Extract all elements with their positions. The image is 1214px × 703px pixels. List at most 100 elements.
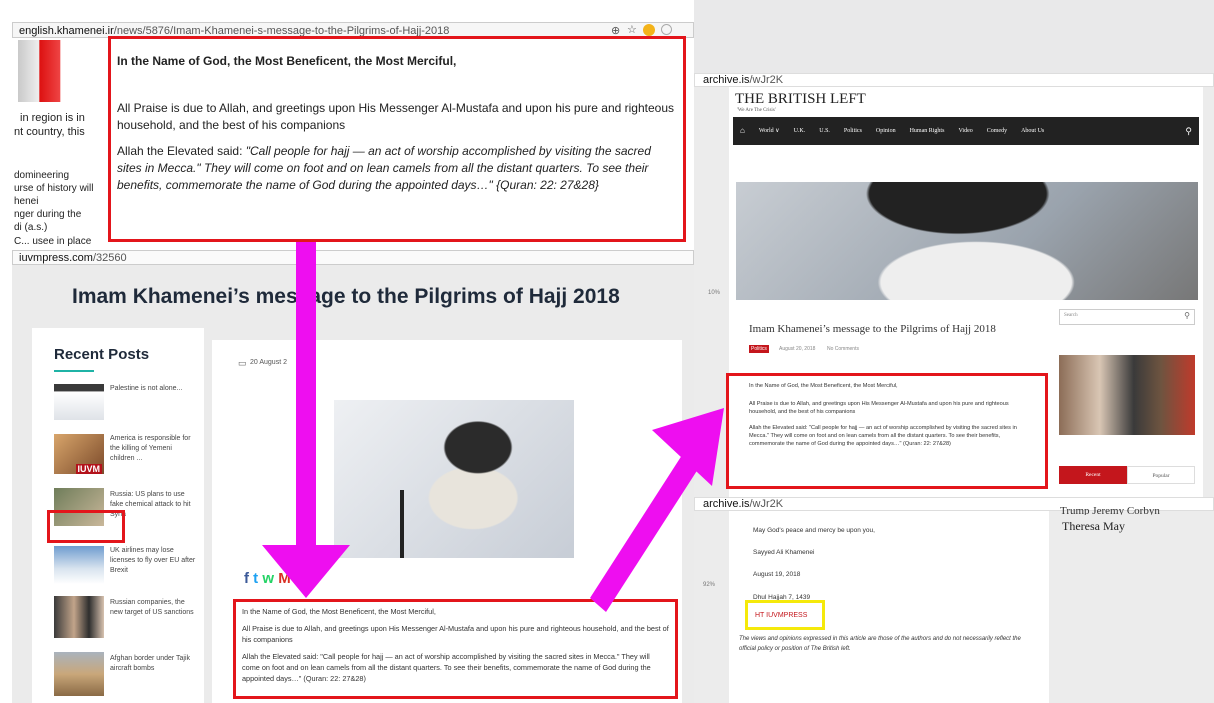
calendar-icon: ▭ <box>238 358 247 368</box>
archive-text-highlight: In the Name of God, the Most Beneficent,… <box>726 373 1048 489</box>
site-title[interactable]: THE BRITISH LEFT <box>735 91 866 108</box>
iuvm-article-title: Imam Khamenei’s message to the Pilgrims … <box>72 285 620 308</box>
sidebar-search-input[interactable]: Search ⚲ <box>1059 309 1195 325</box>
archive-body-heading: In the Name of God, the Most Beneficent,… <box>749 383 898 389</box>
nav-item-opinion[interactable]: Opinion <box>869 119 903 143</box>
share-bar: f t w M < <box>244 570 304 587</box>
post-thumbnail[interactable] <box>54 546 104 584</box>
side-fragment: henei <box>14 196 39 207</box>
search-placeholder: Search <box>1064 313 1078 318</box>
nav-item-video[interactable]: Video <box>951 119 979 143</box>
iuvm-url-path: /32560 <box>92 252 127 264</box>
iuvm-url-domain: iuvmpress.com <box>19 252 93 264</box>
post-date: August 20, 2018 <box>779 346 816 352</box>
archive-url-domain: archive.is <box>703 498 750 510</box>
home-icon[interactable]: ⌂ <box>733 119 752 143</box>
ht-credit-link[interactable]: HT IUVMPRESS <box>755 612 807 619</box>
khamenei-page-strip: in region is in nt country, this dominee… <box>12 38 110 250</box>
list-item[interactable]: Palestine is not alone... <box>54 380 194 420</box>
iuvm-article-heading: In the Name of God, the Most Beneficent,… <box>242 607 436 616</box>
site-tagline: 'We Are The Crisis' <box>737 108 776 113</box>
iuvm-text-highlight: In the Name of God, the Most Beneficent,… <box>233 599 678 699</box>
disclaimer: The views and opinions expressed in this… <box>739 636 1021 652</box>
flag-image <box>18 40 88 102</box>
extension-icon[interactable] <box>643 24 655 36</box>
tab-popular[interactable]: Popular <box>1127 466 1195 484</box>
list-item[interactable]: UK airlines may lose licenses to fly ove… <box>54 542 196 586</box>
ht-credit-highlight: HT IUVMPRESS <box>745 600 825 630</box>
sidebar-cut-text: Trump Jeremy Corbyn <box>1060 507 1160 515</box>
iuvm-article-paragraph-1: All Praise is due to Allah, and greeting… <box>242 624 669 644</box>
article-date: 20 August 2 <box>250 359 287 366</box>
archive-body-paragraph-2: Allah the Elevated said: "Call people fo… <box>749 425 1017 447</box>
khamenei-quote-highlight: In the Name of God, the Most Beneficent,… <box>108 36 686 242</box>
extension-icon-2[interactable] <box>661 24 672 35</box>
quote-paragraph-1: All Praise is due to Allah, and greeting… <box>117 101 675 132</box>
recent-posts-heading: Recent Posts <box>54 346 150 363</box>
archive-url-path: /wJr2K <box>749 74 784 86</box>
side-fragment: C... usee in place <box>14 236 92 247</box>
nav-item-comedy[interactable]: Comedy <box>980 119 1014 143</box>
post-thumbnail[interactable] <box>54 596 104 638</box>
post-link[interactable]: UK airlines may lose licenses to fly ove… <box>110 546 196 576</box>
post-thumbnail[interactable] <box>54 384 104 420</box>
nav-item-world[interactable]: World ∨ <box>752 119 787 143</box>
closing-line: May God's peace and mercy be upon you, <box>753 527 875 534</box>
post-link[interactable]: Palestine is not alone... <box>110 384 196 394</box>
search-icon[interactable]: ⚲ <box>1178 119 1199 143</box>
nav-item-uk[interactable]: U.K. <box>787 119 813 143</box>
list-item[interactable]: Afghan border under Tajik aircraft bombs <box>54 652 194 696</box>
quote-paragraph-2-intro: Allah the Elevated said: <box>117 144 246 158</box>
side-fragment: in region is in <box>20 112 85 124</box>
iuvm-article-paragraph-2: Allah the Elevated said: "Call people fo… <box>242 652 651 683</box>
search-icon[interactable]: ⚲ <box>1184 311 1190 320</box>
share-icon[interactable]: < <box>295 570 304 587</box>
sidebar-photo <box>1059 355 1195 435</box>
side-fragment: domineering <box>14 170 70 181</box>
thumbnail-highlight <box>47 510 125 543</box>
heading-underline <box>54 370 94 372</box>
tab-recent[interactable]: Recent <box>1059 466 1127 484</box>
archive-url-domain: archive.is <box>703 74 750 86</box>
list-item[interactable]: Russian companies, the new target of US … <box>54 596 194 642</box>
side-fragment: nger during the <box>14 209 82 220</box>
archive-url-bar-top[interactable]: archive.is/wJr2K <box>694 73 1214 87</box>
sidebar-link-theresa-may[interactable]: Theresa May <box>1062 519 1125 534</box>
star-icon[interactable]: ☆ <box>627 23 637 36</box>
post-link[interactable]: America is responsible for the killing o… <box>110 434 196 464</box>
facebook-icon[interactable]: f <box>244 570 249 587</box>
side-fragment: nt country, this <box>14 126 85 138</box>
list-item[interactable]: IUVM America is responsible for the kill… <box>54 432 194 476</box>
side-fragment: urse of history will <box>14 183 94 194</box>
post-thumbnail[interactable] <box>54 652 104 696</box>
left-url-domain: english.khamenei.ir <box>19 25 114 37</box>
quote-heading: In the Name of God, the Most Beneficent,… <box>117 54 457 68</box>
thumb-caption: IUVM <box>75 464 102 474</box>
main-nav: ⌂ World ∨ U.K. U.S. Politics Opinion Hum… <box>733 117 1199 145</box>
nav-item-about[interactable]: About Us <box>1014 119 1051 143</box>
quote-paragraph-2: Allah the Elevated said: "Call people fo… <box>117 143 677 194</box>
category-tag[interactable]: Politics <box>749 345 769 353</box>
post-title[interactable]: Imam Khamenei’s message to the Pilgrims … <box>749 323 996 335</box>
gregorian-date: August 19, 2018 <box>753 571 801 578</box>
side-fragment: di (a.s.) <box>14 222 48 233</box>
nav-item-human-rights[interactable]: Human Rights <box>903 119 952 143</box>
twitter-icon[interactable]: t <box>253 570 258 587</box>
signature: Sayyed Ali Khamenei <box>753 549 815 556</box>
post-comments[interactable]: No Comments <box>827 346 859 352</box>
hero-image <box>736 182 1198 300</box>
archive-url-path: /wJr2K <box>749 498 784 510</box>
iuvm-url-bar[interactable]: iuvmpress.com/32560 <box>12 250 694 265</box>
archive-body-paragraph-1: All Praise is due to Allah, and greeting… <box>749 401 1009 415</box>
microphone <box>400 490 404 558</box>
archive-zoom-label: 92% <box>703 582 716 588</box>
nav-item-politics[interactable]: Politics <box>837 119 869 143</box>
archive-zoom-label: 10% <box>708 290 721 296</box>
article-image <box>334 400 574 558</box>
gmail-icon[interactable]: M <box>278 570 291 587</box>
nav-item-us[interactable]: U.S. <box>812 119 837 143</box>
post-link[interactable]: Russian companies, the new target of US … <box>110 598 196 618</box>
post-link[interactable]: Afghan border under Tajik aircraft bombs <box>110 654 196 674</box>
whatsapp-icon[interactable]: w <box>262 570 274 587</box>
post-thumbnail[interactable]: IUVM <box>54 434 104 474</box>
